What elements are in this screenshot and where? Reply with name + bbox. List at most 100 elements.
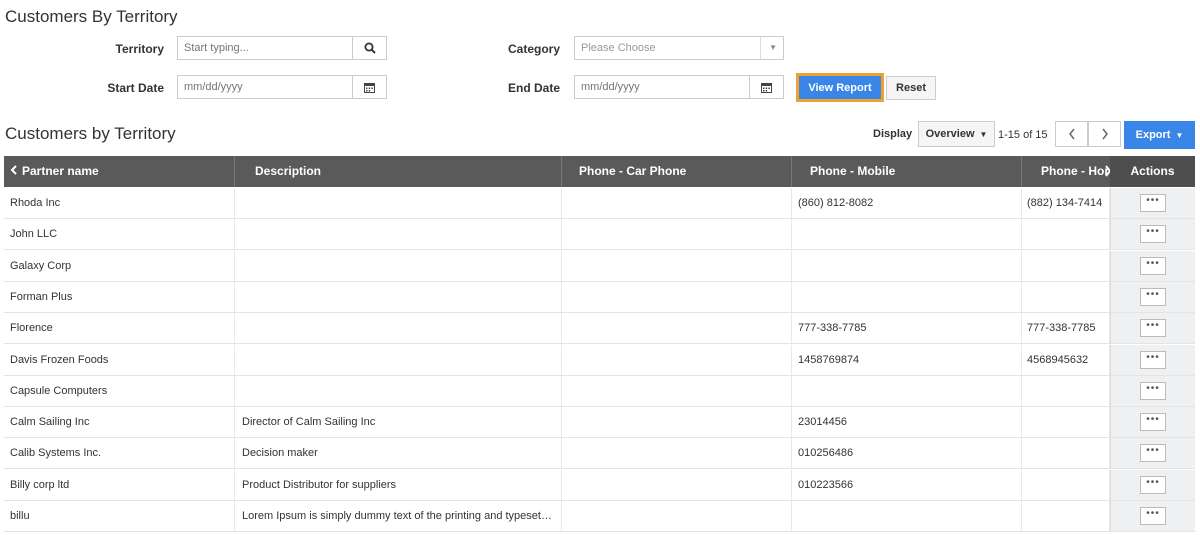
export-button[interactable]: Export ▼ — [1124, 121, 1195, 149]
cell-home: (882) 134-7414 — [1022, 188, 1110, 218]
more-icon[interactable]: ••• — [1140, 287, 1166, 306]
reset-button[interactable]: Reset — [886, 76, 936, 100]
end-date-input[interactable] — [574, 75, 750, 99]
cell-car-phone — [562, 344, 792, 375]
cell-home — [1022, 250, 1110, 281]
next-page-button[interactable] — [1088, 121, 1121, 147]
search-icon — [364, 42, 376, 54]
display-select[interactable]: Overview ▼ — [918, 121, 995, 147]
cell-car-phone — [562, 250, 792, 281]
cell-description — [235, 375, 562, 406]
cell-description — [235, 250, 562, 281]
cell-car-phone — [562, 188, 792, 218]
cell-mobile: 777-338-7785 — [792, 313, 1022, 344]
cell-mobile: 23014456 — [792, 407, 1022, 438]
cell-mobile — [792, 375, 1022, 406]
cell-home — [1022, 438, 1110, 469]
table-row[interactable]: Galaxy Corp ••• — [4, 250, 1195, 282]
cell-car-phone — [562, 219, 792, 250]
cell-car-phone — [562, 313, 792, 344]
table-row[interactable]: Forman Plus ••• — [4, 281, 1195, 313]
table-row[interactable]: John LLC ••• — [4, 219, 1195, 251]
cell-home — [1022, 501, 1110, 531]
more-icon[interactable]: ••• — [1140, 194, 1166, 212]
cell-car-phone — [562, 375, 792, 406]
cell-partner: Davis Frozen Foods — [4, 344, 235, 375]
column-home[interactable]: Phone - Hor — [1022, 156, 1109, 187]
cell-mobile: 010223566 — [792, 469, 1022, 500]
cell-partner: Rhoda Inc — [4, 188, 235, 218]
calendar-icon — [364, 82, 375, 93]
cell-partner: Galaxy Corp — [4, 250, 235, 281]
end-date-label: End Date — [507, 81, 560, 95]
more-icon[interactable]: ••• — [1140, 381, 1166, 400]
table-row[interactable]: Rhoda Inc (860) 812-8082 (882) 134-7414 ••• — [4, 188, 1195, 219]
start-date-label: Start Date — [107, 81, 164, 95]
cell-description: Decision maker — [235, 438, 562, 469]
report-title: Customers by Territory — [5, 124, 176, 143]
table-row[interactable]: billu Lorem Ipsum is simply dummy text of… — [4, 501, 1195, 532]
territory-label: Territory — [115, 42, 164, 56]
cell-description — [235, 219, 562, 250]
cell-home — [1022, 219, 1110, 250]
cell-actions: ••• — [1110, 313, 1195, 344]
cell-partner: Florence — [4, 313, 235, 344]
chevron-left-icon[interactable] — [10, 156, 18, 187]
more-icon[interactable]: ••• — [1140, 444, 1166, 463]
cell-partner: Forman Plus — [4, 281, 235, 312]
cell-mobile: 1458769874 — [792, 344, 1022, 375]
cell-home: 4568945632 — [1022, 344, 1110, 375]
cell-mobile: (860) 812-8082 — [792, 188, 1022, 218]
column-car-phone[interactable]: Phone - Car Phone — [562, 156, 792, 187]
table-row[interactable]: Billy corp ltd Product Distributor for su… — [4, 469, 1195, 501]
cell-car-phone — [562, 407, 792, 438]
end-date-calendar-button[interactable] — [749, 75, 784, 99]
page-title: Customers By Territory — [5, 7, 178, 26]
chevron-down-icon: ▼ — [1175, 130, 1184, 140]
column-description[interactable]: Description — [235, 156, 562, 187]
chevron-down-icon: ▼ — [760, 37, 777, 59]
start-date-input[interactable] — [177, 75, 353, 99]
column-mobile[interactable]: Phone - Mobile — [792, 156, 1022, 187]
cell-mobile — [792, 250, 1022, 281]
cell-home — [1022, 281, 1110, 312]
cell-description — [235, 344, 562, 375]
export-label: Export — [1135, 129, 1171, 141]
prev-page-button[interactable] — [1055, 121, 1088, 147]
table-row[interactable]: Capsule Computers ••• — [4, 375, 1195, 407]
cell-car-phone — [562, 281, 792, 312]
cell-car-phone — [562, 438, 792, 469]
start-date-calendar-button[interactable] — [352, 75, 387, 99]
cell-actions: ••• — [1110, 219, 1195, 250]
more-icon[interactable]: ••• — [1140, 256, 1166, 275]
display-select-value: Overview — [925, 128, 975, 140]
table-row[interactable]: Calib Systems Inc. Decision maker 01025648… — [4, 438, 1195, 470]
category-label: Category — [507, 42, 560, 56]
cell-actions: ••• — [1110, 407, 1195, 438]
territory-search-button[interactable] — [352, 36, 387, 60]
table-row[interactable]: Davis Frozen Foods 1458769874 4568945632 ••… — [4, 344, 1195, 376]
cell-actions: ••• — [1110, 438, 1195, 469]
table-header: Partner name Description Phone - Car Pho… — [4, 156, 1195, 187]
category-select-value: Please Choose — [581, 42, 656, 54]
cell-actions: ••• — [1110, 469, 1195, 500]
column-partner-name[interactable]: Partner name — [4, 156, 235, 187]
more-icon[interactable]: ••• — [1140, 413, 1166, 432]
cell-car-phone — [562, 501, 792, 531]
more-icon[interactable]: ••• — [1140, 475, 1166, 494]
category-select[interactable]: Please Choose ▼ — [574, 36, 784, 60]
more-icon[interactable]: ••• — [1140, 319, 1166, 338]
table-row[interactable]: Florence 777-338-7785 777-338-7785 ••• — [4, 313, 1195, 345]
more-icon[interactable]: ••• — [1140, 507, 1166, 525]
cell-description: Product Distributor for suppliers — [235, 469, 562, 500]
display-label: Display — [873, 128, 913, 140]
cell-mobile — [792, 281, 1022, 312]
chevron-left-icon — [1068, 128, 1075, 140]
more-icon[interactable]: ••• — [1140, 350, 1166, 369]
cell-description: Director of Calm Sailing Inc — [235, 407, 562, 438]
table-row[interactable]: Calm Sailing Inc Director of Calm Sailing… — [4, 407, 1195, 439]
territory-input[interactable] — [177, 36, 353, 60]
more-icon[interactable]: ••• — [1140, 225, 1166, 244]
view-report-button[interactable]: View Report — [796, 73, 884, 102]
cell-partner: Billy corp ltd — [4, 469, 235, 500]
